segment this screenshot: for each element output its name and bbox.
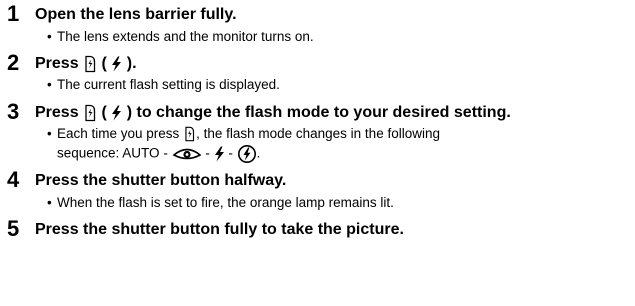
step-note: • Each time you press , the flash mode ch…	[47, 125, 440, 143]
forced-flash-icon	[237, 144, 257, 164]
step-number: 5	[7, 216, 20, 241]
step-note-text: Each time you press	[57, 126, 180, 141]
step-note: • The current flash setting is displayed.	[47, 76, 280, 94]
flash-button-icon	[183, 126, 196, 142]
step-note-text: When the flash is set to fire, the orang…	[57, 195, 394, 210]
step-note: • The lens extends and the monitor turns …	[47, 28, 314, 46]
title-text: Press	[35, 104, 79, 121]
title-text: (	[101, 104, 107, 121]
sequence-sep: -	[205, 145, 210, 161]
title-text: ).	[126, 55, 137, 72]
flash-bolt-icon	[111, 56, 122, 72]
sequence-sep: -	[228, 145, 233, 161]
step-title: Press the shutter button fully to take t…	[35, 221, 404, 238]
title-text: (	[101, 55, 107, 72]
step-note-text: The lens extends and the monitor turns o…	[57, 29, 314, 44]
bullet-dot: •	[47, 77, 52, 92]
step-number: 1	[7, 1, 20, 26]
bullet-dot: •	[47, 126, 52, 141]
title-text: ) to change the flash mode to your desir…	[126, 104, 511, 121]
flash-button-icon	[83, 55, 97, 73]
step-title: Open the lens barrier fully.	[35, 6, 237, 23]
title-text: Press	[35, 55, 79, 72]
flash-button-icon	[83, 104, 97, 122]
step-note-text: , the flash mode changes in the followin…	[196, 126, 440, 141]
step-number: 3	[7, 99, 20, 124]
step-number: 4	[7, 167, 20, 192]
sequence-end: .	[256, 145, 261, 161]
bullet-dot: •	[47, 195, 52, 210]
step-note-text: The current flash setting is displayed.	[57, 77, 280, 92]
step-number: 2	[7, 50, 20, 75]
bullet-dot: •	[47, 29, 52, 44]
step-note: • When the flash is set to fire, the oran…	[47, 194, 394, 212]
sequence-text: sequence: AUTO -	[57, 145, 168, 161]
step-title: Press ( ).	[35, 54, 137, 74]
step-title: Press ( ) to change the flash mode to yo…	[35, 103, 511, 123]
step-note-line2: sequence: AUTO - - - .	[57, 144, 260, 164]
flash-bolt-icon	[111, 105, 122, 121]
step-title: Press the shutter button halfway.	[35, 172, 287, 189]
red-eye-reduction-icon	[172, 147, 202, 161]
flash-bolt-icon	[214, 146, 225, 162]
